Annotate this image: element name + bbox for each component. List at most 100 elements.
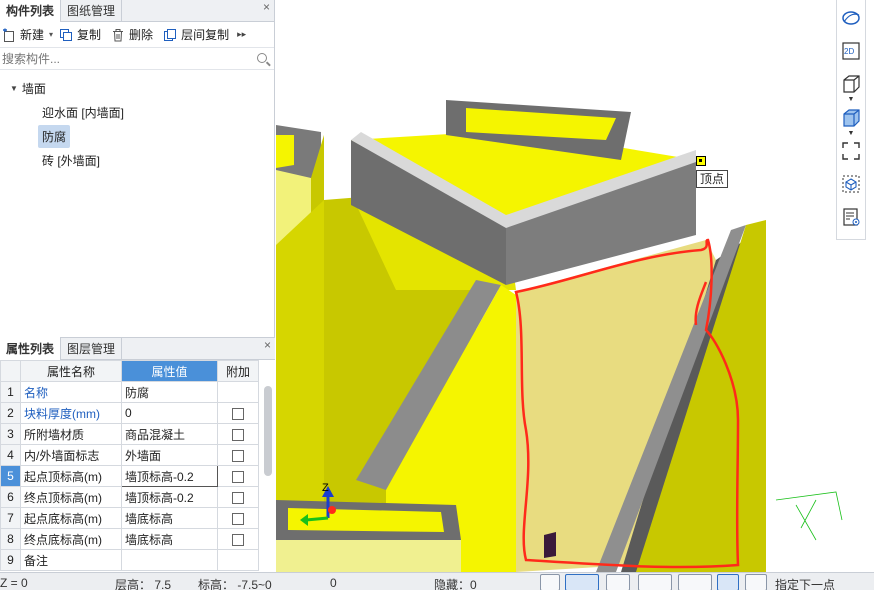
table-row[interactable]: 7 起点底标高(m) 墙底标高	[0, 507, 259, 529]
table-row[interactable]: 1 名称 防腐	[0, 381, 259, 403]
orbit-icon[interactable]	[840, 8, 862, 29]
property-scrollbar[interactable]	[264, 386, 272, 476]
extra-checkbox[interactable]	[232, 470, 244, 483]
component-toolbar: 新建 ▾ 复制 删除 层间复制 ▸▸	[0, 22, 274, 48]
extra-cell	[217, 423, 259, 445]
tab-layer-management[interactable]: 图层管理	[61, 337, 123, 359]
display-settings-icon[interactable]	[840, 206, 862, 227]
property-value[interactable]: 防腐	[121, 381, 218, 403]
trash-icon	[111, 28, 125, 42]
row-number: 4	[0, 444, 21, 466]
column-header-value[interactable]: 属性值	[121, 360, 218, 382]
tree-node-label: 防腐	[38, 124, 71, 148]
model-viewport[interactable]: Z 顶点	[276, 0, 874, 572]
new-label: 新建	[20, 28, 45, 42]
property-name: 终点顶标高(m)	[20, 486, 122, 508]
y-axis-marker	[328, 506, 336, 514]
extra-checkbox[interactable]	[232, 512, 244, 525]
delete-button[interactable]: 删除	[111, 26, 153, 43]
table-row[interactable]: 8 终点底标高(m) 墙底标高	[0, 528, 259, 550]
floor-copy-button[interactable]: 层间复制	[163, 26, 229, 43]
table-row[interactable]: 2 块料厚度(mm) 0	[0, 402, 259, 424]
table-row[interactable]: 5 起点顶标高(m) 墙顶标高-0.2	[0, 465, 259, 487]
status-prompt: 指定下一点	[775, 578, 836, 590]
new-button[interactable]: 新建	[2, 26, 44, 43]
copy-label: 复制	[77, 28, 102, 42]
search-input[interactable]	[2, 51, 242, 66]
extra-cell	[217, 465, 259, 487]
copy-icon	[59, 28, 73, 42]
extra-checkbox[interactable]	[232, 491, 244, 504]
row-number: 7	[0, 507, 21, 529]
fullscreen-icon[interactable]	[840, 141, 862, 162]
component-panel-tabs: 构件列表 图纸管理 ×	[0, 0, 274, 22]
view-2d-icon[interactable]: 2D	[840, 41, 862, 62]
expand-caret-icon[interactable]: ▼	[10, 84, 18, 93]
dynamic-input-button[interactable]	[717, 574, 739, 590]
property-name: 块料厚度(mm)	[20, 402, 122, 424]
bottom-box-face	[276, 540, 461, 572]
table-row[interactable]: 3 所附墙材质 商品混凝土	[0, 423, 259, 445]
status-floor-height: 层高： 7.5	[115, 578, 172, 590]
ground-grid-lines	[775, 491, 843, 541]
row-number: 5	[0, 465, 21, 487]
row-number: 8	[0, 528, 21, 550]
component-search	[0, 48, 274, 70]
row-number: 1	[0, 381, 21, 403]
model-3d-scene: Z	[276, 100, 843, 572]
column-header-extra[interactable]: 附加	[217, 360, 259, 382]
status-count: 0	[330, 576, 337, 590]
copy-button[interactable]: 复制	[59, 26, 101, 43]
table-row[interactable]: 9 备注	[0, 549, 259, 571]
property-value[interactable]: 外墙面	[121, 444, 218, 466]
property-name: 内/外墙面标志	[20, 444, 122, 466]
tab-component-list[interactable]: 构件列表	[0, 0, 62, 22]
tree-node-wall-surface[interactable]: ▼ 墙面	[0, 76, 274, 100]
view-3d-solid-icon[interactable]	[840, 107, 862, 128]
property-value[interactable]: 商品混凝土	[121, 423, 218, 445]
close-icon[interactable]: ×	[264, 338, 271, 352]
view-3d-box-icon[interactable]	[840, 73, 862, 94]
extra-cell	[217, 444, 259, 466]
extra-checkbox[interactable]	[232, 449, 244, 462]
property-value[interactable]: 墙顶标高-0.2	[121, 486, 218, 508]
property-panel: 属性列表 图层管理 × 属性名称 属性值 附加 1 名称 防腐 2 块料厚度(m…	[0, 337, 275, 572]
vertex-snap-marker	[696, 156, 706, 166]
table-row[interactable]: 4 内/外墙面标志 外墙面	[0, 444, 259, 466]
tab-drawing-management[interactable]: 图纸管理	[61, 0, 123, 21]
close-icon[interactable]: ×	[263, 0, 270, 14]
table-row[interactable]: 6 终点顶标高(m) 墙顶标高-0.2	[0, 486, 259, 508]
extra-checkbox[interactable]	[232, 407, 244, 420]
offset-snap-button[interactable]	[678, 574, 712, 590]
row-number: 3	[0, 423, 21, 445]
property-value[interactable]: 0	[121, 402, 218, 424]
property-value[interactable]	[121, 549, 218, 571]
tree-node-label: 墙面	[21, 81, 46, 96]
tree-node-anticorrosion[interactable]: 防腐	[0, 124, 274, 148]
cross-snap-button[interactable]	[606, 574, 630, 590]
tree-node-brick[interactable]: 砖 [外墙面]	[0, 148, 274, 172]
new-dropdown-icon[interactable]: ▾	[49, 30, 53, 39]
extra-cell	[217, 486, 259, 508]
property-value-editor[interactable]: 墙顶标高-0.2	[121, 465, 218, 487]
snap-mode-button[interactable]	[565, 574, 599, 590]
arc-mode-button[interactable]	[745, 574, 767, 590]
property-name: 备注	[20, 549, 122, 571]
row-number: 6	[0, 486, 21, 508]
chevron-down-icon[interactable]: ▼	[848, 96, 855, 103]
search-icon[interactable]	[257, 53, 267, 63]
section-box-icon[interactable]	[840, 174, 862, 195]
chevron-down-icon[interactable]: ▼	[848, 130, 855, 137]
extra-checkbox[interactable]	[232, 428, 244, 441]
property-name: 名称	[20, 381, 122, 403]
tree-node-waterside[interactable]: 迎水面 [内墙面]	[0, 100, 274, 124]
angle-snap-button[interactable]	[638, 574, 672, 590]
column-header-name[interactable]: 属性名称	[20, 360, 122, 382]
property-panel-tabs: 属性列表 图层管理 ×	[0, 337, 275, 360]
extra-checkbox[interactable]	[232, 533, 244, 546]
ortho-toggle-button[interactable]	[540, 574, 560, 590]
tab-property-list[interactable]: 属性列表	[0, 337, 62, 360]
more-tools-icon[interactable]: ▸▸	[237, 29, 246, 40]
property-value[interactable]: 墙底标高	[121, 507, 218, 529]
property-value[interactable]: 墙底标高	[121, 528, 218, 550]
